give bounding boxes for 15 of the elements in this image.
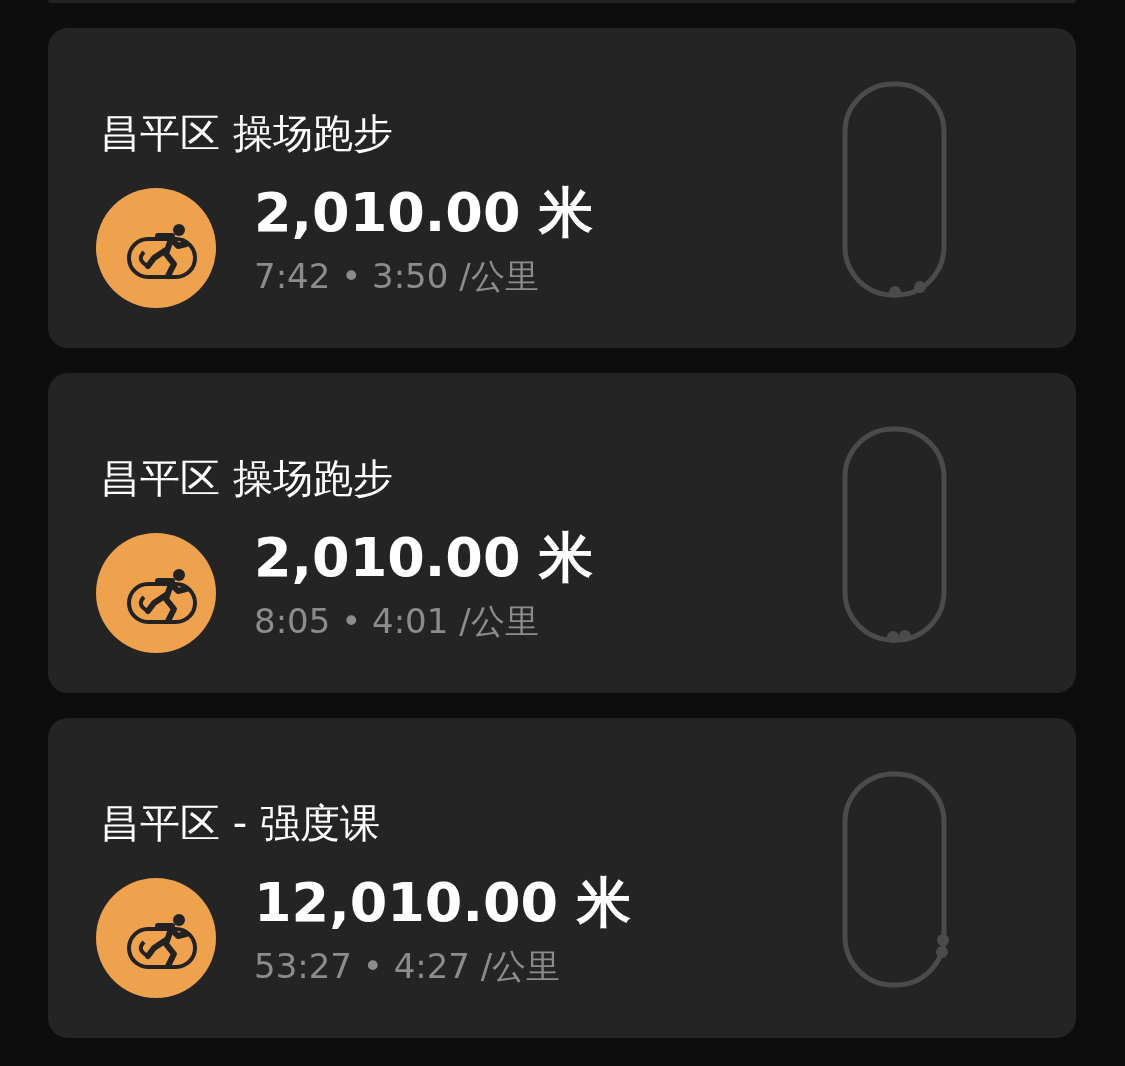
activity-title: 昌平区 操场跑步 <box>100 454 394 503</box>
activity-card[interactable]: 昌平区 操场跑步 2,010.00 米 8:05 • 4:01 /公里 <box>48 373 1076 693</box>
activity-card[interactable]: 昌平区 - 强度课 12,010.00 米 53:27 • 4:27 /公里 <box>48 718 1076 1038</box>
running-track-icon <box>96 878 216 998</box>
time-pace-text: 7:42 • 3:50 /公里 <box>254 255 540 298</box>
time-pace-text: 53:27 • 4:27 /公里 <box>254 945 562 988</box>
running-track-icon <box>96 533 216 653</box>
activity-card[interactable]: 昌平区 操场跑步 2,010.00 米 7:42 • 3:50 /公里 <box>48 28 1076 348</box>
distance-value: 2,010.00 米 <box>254 180 594 246</box>
distance-value: 12,010.00 米 <box>254 870 631 936</box>
running-track-icon <box>96 188 216 308</box>
distance-value: 2,010.00 米 <box>254 525 594 591</box>
activity-title: 昌平区 - 强度课 <box>100 799 381 848</box>
time-pace-text: 8:05 • 4:01 /公里 <box>254 600 540 643</box>
activity-title: 昌平区 操场跑步 <box>100 109 394 158</box>
